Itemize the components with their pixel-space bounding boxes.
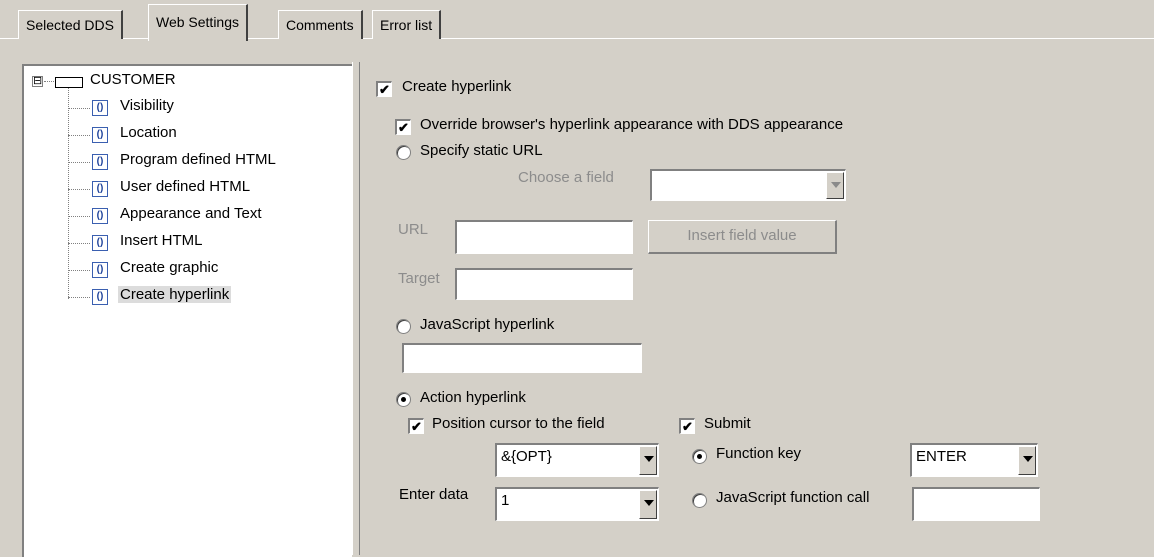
- target-input[interactable]: [455, 268, 633, 300]
- static-url-radio[interactable]: [396, 145, 411, 160]
- javascript-hyperlink-label: JavaScript hyperlink: [420, 316, 555, 333]
- target-label: Target: [398, 270, 440, 287]
- javascript-hyperlink-input[interactable]: [402, 343, 642, 373]
- radio-dot: [697, 454, 702, 459]
- tree-connector: [68, 270, 90, 271]
- tree-connector: [68, 108, 90, 109]
- radio-dot: [401, 397, 406, 402]
- function-key-radio[interactable]: [692, 449, 707, 464]
- static-url-label: Specify static URL: [420, 142, 543, 159]
- tab-error-list[interactable]: Error list: [372, 10, 442, 39]
- override-appearance-label: Override browser's hyperlink appearance …: [420, 116, 844, 133]
- submit-label: Submit: [704, 415, 751, 432]
- chevron-down-icon[interactable]: [639, 446, 657, 475]
- tree-connector: [68, 243, 90, 244]
- tree-item-location[interactable]: Location: [120, 124, 177, 141]
- field-dropdown[interactable]: &{OPT}: [495, 443, 659, 477]
- field-icon: (): [92, 235, 108, 251]
- tree-connector: [68, 162, 90, 163]
- tab-comments[interactable]: Comments: [278, 10, 363, 39]
- tree-item-appearance-and-text[interactable]: Appearance and Text: [120, 205, 262, 222]
- record-icon: [55, 77, 83, 88]
- tree-item-visibility[interactable]: Visibility: [120, 97, 174, 114]
- field-icon: (): [92, 262, 108, 278]
- tree-item-user-defined-html[interactable]: User defined HTML: [120, 178, 250, 195]
- tab-bar: Selected DDS Web Settings Comments Error…: [0, 0, 1154, 41]
- position-cursor-label: Position cursor to the field: [432, 415, 605, 432]
- url-input[interactable]: [455, 220, 633, 254]
- tab-selected-dds[interactable]: Selected DDS: [18, 10, 123, 39]
- tab-web-settings[interactable]: Web Settings: [148, 4, 249, 41]
- collapse-icon[interactable]: ⊟: [32, 76, 43, 87]
- action-hyperlink-radio[interactable]: [396, 392, 411, 407]
- field-dropdown-value: &{OPT}: [501, 448, 552, 465]
- tree-root-customer[interactable]: CUSTOMER: [90, 71, 176, 88]
- field-icon: (): [92, 154, 108, 170]
- enter-data-label: Enter data: [399, 486, 469, 503]
- chevron-down-icon[interactable]: [639, 490, 657, 519]
- javascript-function-call-input[interactable]: [912, 487, 1040, 521]
- tree-item-insert-html[interactable]: Insert HTML: [120, 232, 203, 249]
- javascript-function-call-radio[interactable]: [692, 493, 707, 508]
- field-icon: (): [92, 208, 108, 224]
- choose-field-label: Choose a field: [518, 169, 614, 186]
- javascript-function-call-label: JavaScript function call: [716, 489, 870, 506]
- override-appearance-checkbox[interactable]: ✔: [395, 119, 411, 135]
- tree-item-program-defined-html[interactable]: Program defined HTML: [120, 151, 276, 168]
- position-cursor-checkbox[interactable]: ✔: [408, 418, 424, 434]
- create-hyperlink-checkbox[interactable]: ✔: [376, 81, 392, 97]
- field-icon: (): [92, 127, 108, 143]
- field-icon: (): [92, 100, 108, 116]
- choose-field-dropdown[interactable]: [650, 169, 846, 201]
- tree-connector: [68, 88, 69, 299]
- create-hyperlink-label: Create hyperlink: [402, 78, 512, 95]
- tree-connector: [68, 135, 90, 136]
- field-icon: (): [92, 181, 108, 197]
- insert-field-value-button[interactable]: Insert field value: [648, 220, 837, 254]
- submit-checkbox[interactable]: ✔: [679, 418, 695, 434]
- tree-item-create-graphic[interactable]: Create graphic: [120, 259, 218, 276]
- tree-item-create-hyperlink[interactable]: Create hyperlink: [118, 286, 232, 303]
- function-key-dropdown[interactable]: ENTER: [910, 443, 1038, 477]
- tree-connector: [68, 297, 90, 298]
- tree-connector: [68, 216, 90, 217]
- chevron-down-icon[interactable]: [826, 172, 844, 199]
- enter-data-dropdown[interactable]: 1: [495, 487, 659, 521]
- panel-splitter[interactable]: [352, 62, 360, 555]
- chevron-down-icon[interactable]: [1018, 446, 1036, 475]
- javascript-hyperlink-radio[interactable]: [396, 319, 411, 334]
- field-icon: (): [92, 289, 108, 305]
- url-label: URL: [398, 221, 429, 238]
- tree-panel[interactable]: ⊟ CUSTOMER () Visibility () Location () …: [22, 64, 352, 557]
- tree-connector: [68, 189, 90, 190]
- action-hyperlink-label: Action hyperlink: [420, 389, 526, 406]
- enter-data-value: 1: [501, 492, 510, 509]
- function-key-label: Function key: [716, 445, 802, 462]
- function-key-value: ENTER: [916, 448, 967, 465]
- tree-connector: [44, 81, 54, 82]
